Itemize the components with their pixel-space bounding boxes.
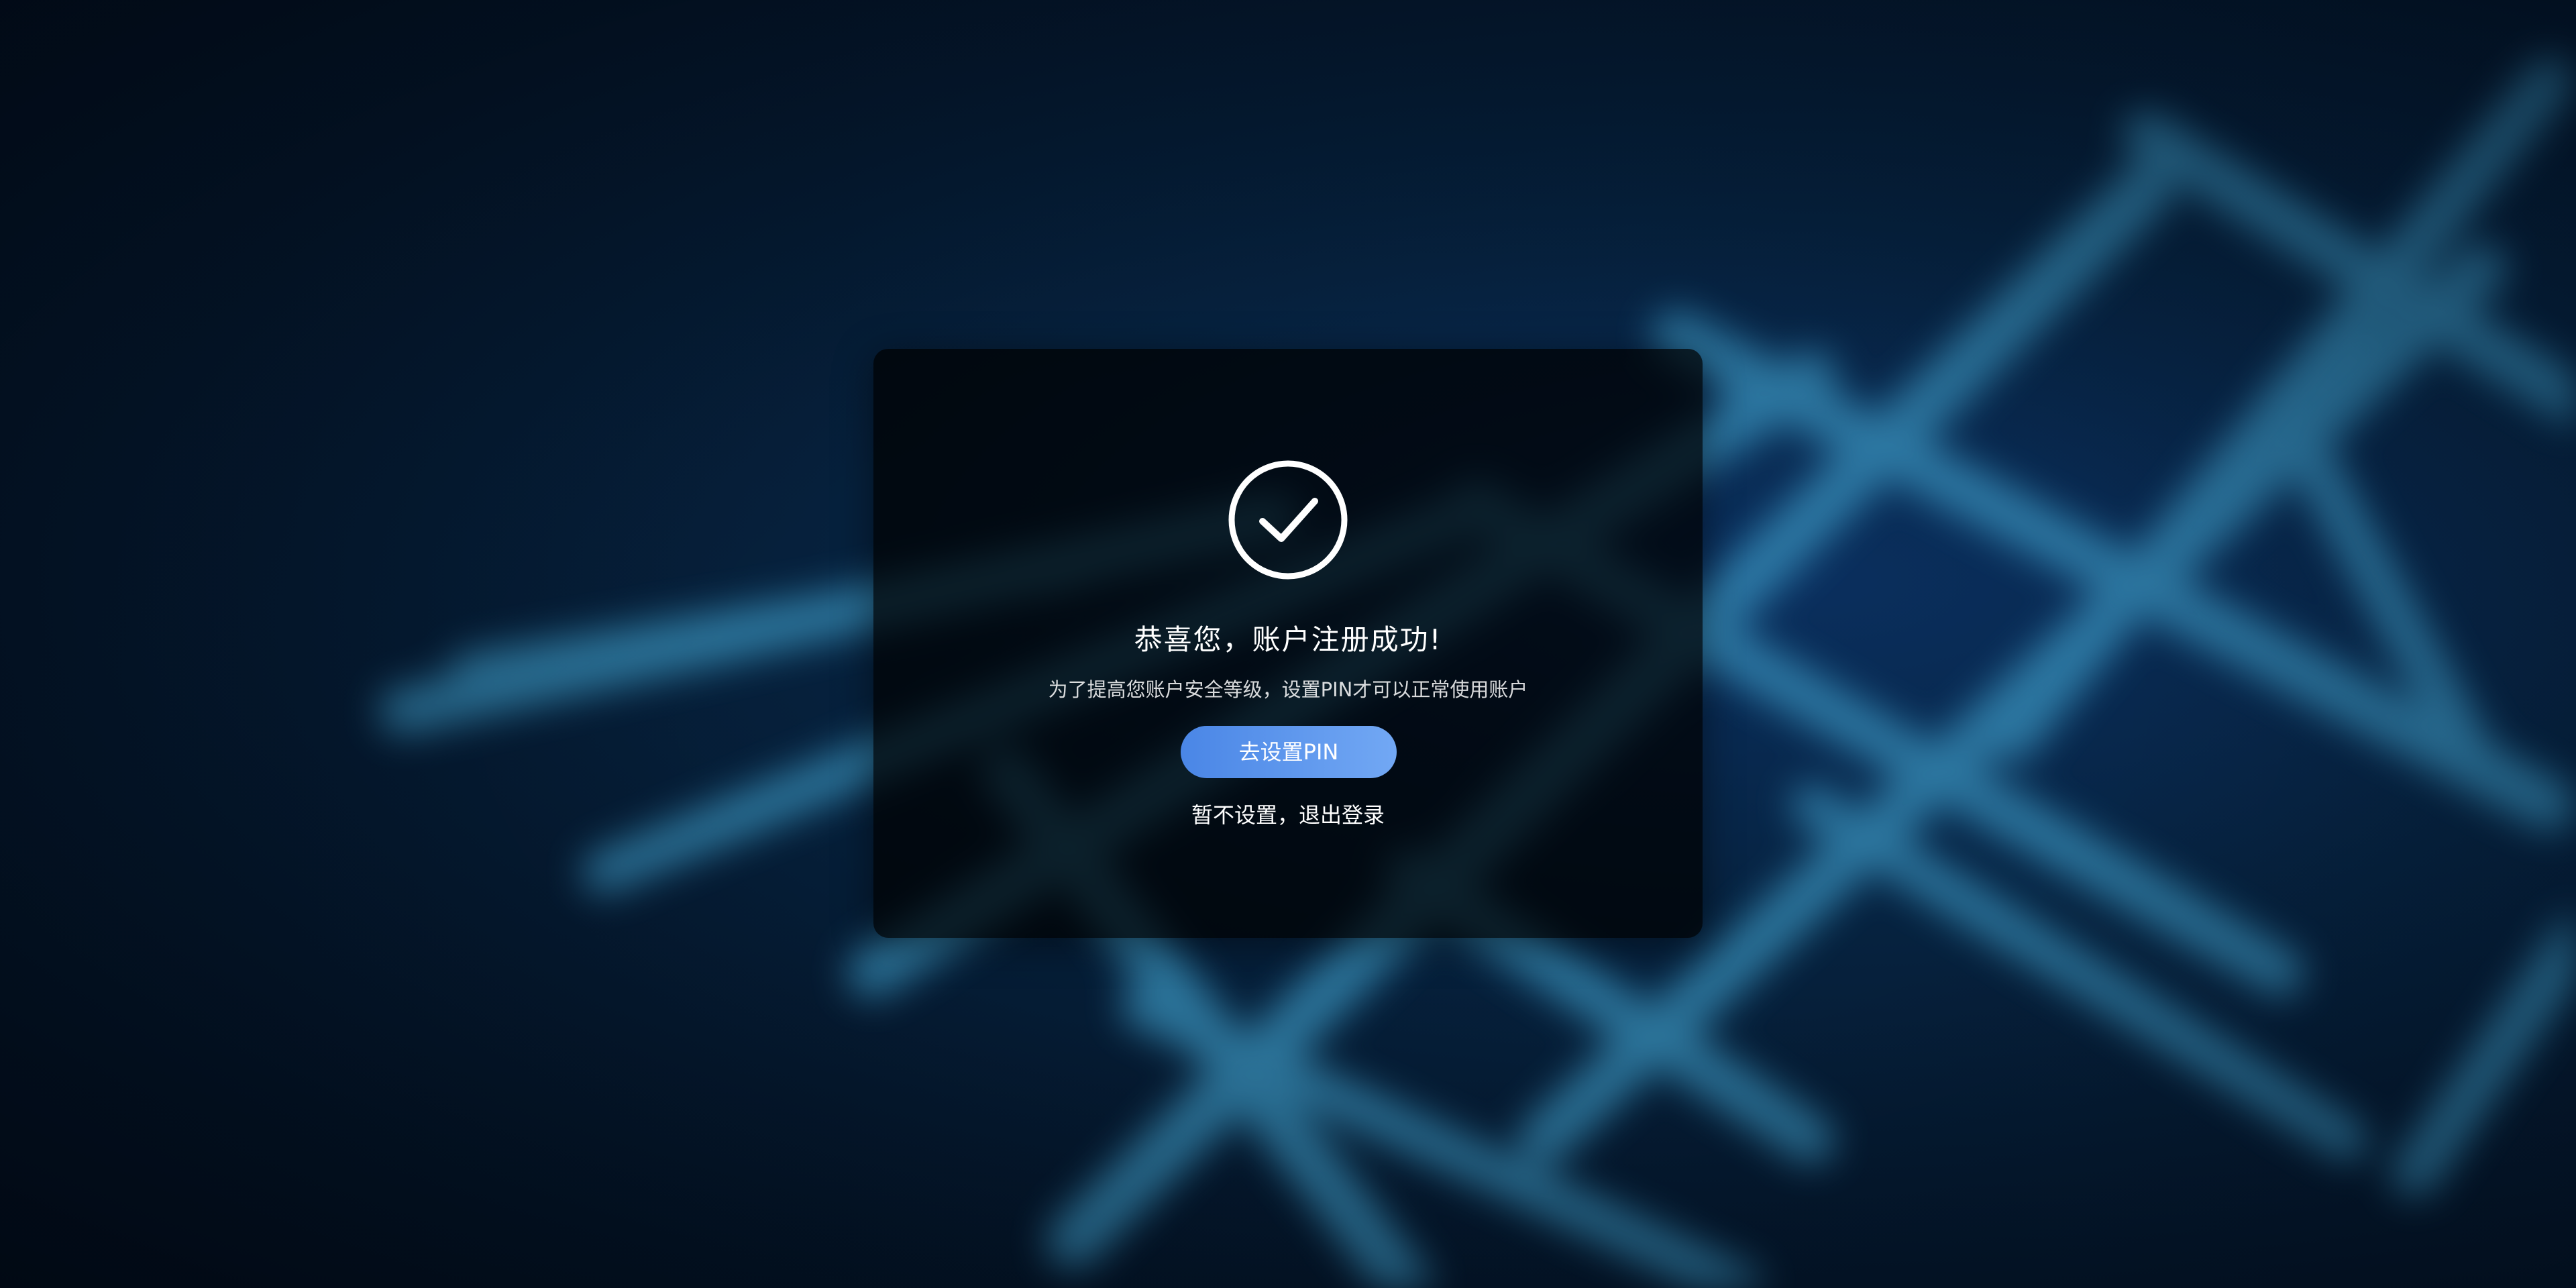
dialog-subtitle: 为了提高您账户安全等级，设置PIN才可以正常使用账户 xyxy=(1048,678,1528,701)
skip-and-logout-link[interactable]: 暂不设置，退出登录 xyxy=(873,798,1703,829)
set-pin-button[interactable]: 去设置PIN xyxy=(1181,726,1397,778)
checkmark-circle-icon xyxy=(1228,460,1348,580)
success-dialog: 恭喜您，账户注册成功! 为了提高您账户安全等级，设置PIN才可以正常使用账户 去… xyxy=(873,349,1703,938)
dialog-title: 恭喜您，账户注册成功! xyxy=(1134,623,1442,656)
registration-success-screen: 恭喜您，账户注册成功! 为了提高您账户安全等级，设置PIN才可以正常使用账户 去… xyxy=(0,0,2576,1288)
